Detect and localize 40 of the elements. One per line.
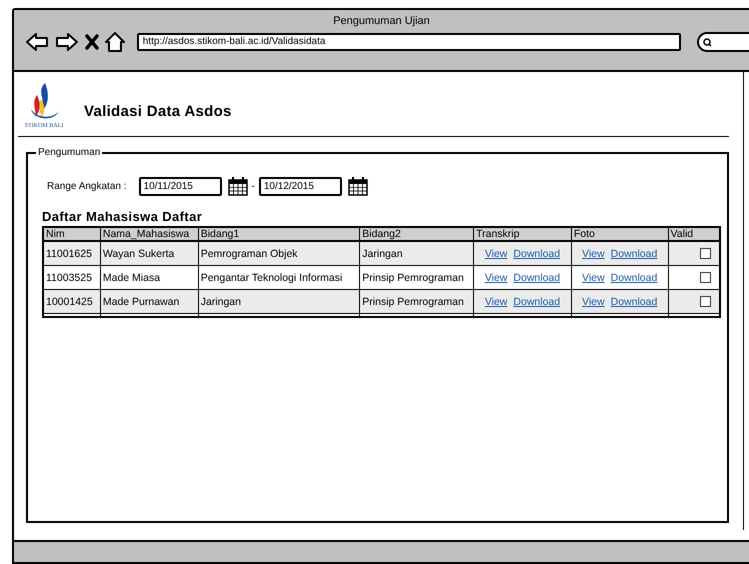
view-link[interactable]: View [582,248,605,260]
table-cell: Prinsip Pemrograman [360,290,474,314]
column-header: Foto [571,227,668,241]
table-cell: Made Miasa [100,266,198,290]
table-cell: Pengantar Teknologi Informasi [198,266,360,290]
column-header: Bidang1 [198,227,360,241]
table-cell: Pemrograman Objek [198,241,360,266]
view-link[interactable]: View [582,272,605,284]
view-link[interactable]: View [484,272,508,284]
table-cell: Made Purnawan [100,290,198,314]
table-cell: Prinsip Pemrograman [360,266,474,290]
column-header: Transkrip [474,227,572,241]
group-title: Pengumuman [37,147,102,158]
column-header: Nim [43,227,100,241]
download-link[interactable]: Download [513,248,560,260]
column-header: Bidang2 [360,227,474,241]
date-field[interactable]: 10/11/2015 [138,176,222,196]
download-link[interactable]: Download [610,296,658,308]
window-title: Pengumuman Ujian [333,15,430,27]
table-cell: 10001425 [43,290,100,314]
table-cell: 11001625 [43,241,100,266]
table-cell: Jaringan [198,290,360,314]
page-title: Validasi Data Asdos [84,102,232,120]
view-link[interactable]: View [484,248,508,260]
table-title: Daftar Mahasiswa Daftar [42,209,204,224]
view-link[interactable]: View [582,296,605,308]
column-header: Nama_Mahasiswa [100,227,198,241]
download-link[interactable]: Download [513,296,560,308]
range-label: Range Angkatan : [47,180,127,192]
address-field[interactable]: http://asdos.stikom-bali.ac.id/Validasidata [136,33,682,51]
date-field[interactable]: 10/12/2015 [258,176,342,196]
download-link[interactable]: Download [513,272,560,284]
download-link[interactable]: Download [610,248,658,260]
download-link[interactable]: Download [610,272,658,284]
range-separator: - [252,180,255,192]
table-cell: 11003525 [43,266,100,290]
column-header: Valid [668,227,720,241]
table-cell: Wayan Sukerta [100,241,198,266]
view-link[interactable]: View [484,296,508,308]
table-cell: Jaringan [360,241,474,266]
